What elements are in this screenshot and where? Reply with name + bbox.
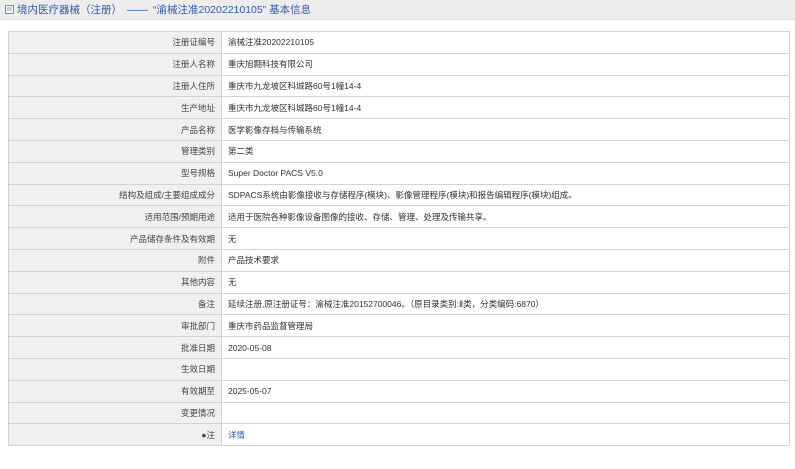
field-value: 医学影像存档与传输系统 xyxy=(221,118,790,141)
field-value: 适用于医院各种影像设备图像的接收、存储、管理、处理及传输共享。 xyxy=(221,205,790,229)
field-value: 重庆市九龙坡区科城路60号1幢14-4 xyxy=(221,74,790,98)
page-title: 境内医疗器械（注册） —— “渝械注准20202210105” 基本信息 xyxy=(17,2,311,17)
table-row: 产品储存条件及有效期无 xyxy=(8,227,790,250)
field-label: 生产地址 xyxy=(8,96,222,120)
field-label: 产品储存条件及有效期 xyxy=(8,227,222,250)
field-value: 延续注册,原注册证号：渝械注准20152700046。（原目录类别:Ⅱ类，分类编… xyxy=(221,292,790,316)
table-row: 型号规格 Super Doctor PACS V5.0 xyxy=(8,161,790,185)
breadcrumb-separator: —— xyxy=(127,4,148,16)
field-label: 注册人名称 xyxy=(8,52,222,76)
table-row: 生产地址 重庆市九龙坡区科城路60号1幢14-4 xyxy=(8,96,790,120)
field-value: 无 xyxy=(221,227,790,250)
document-icon xyxy=(5,5,14,14)
field-label: 注册人住所 xyxy=(8,74,222,98)
field-value: 重庆市药品监督管理局 xyxy=(221,314,790,338)
field-value: 第二类 xyxy=(221,139,790,163)
field-value: 产品技术要求 xyxy=(221,248,790,272)
field-value: 2025-05-07 xyxy=(221,379,790,403)
field-label: 备注 xyxy=(8,292,222,316)
field-value: 渝械注准20202210105 xyxy=(221,31,790,54)
table-row: 备注 延续注册,原注册证号：渝械注准20152700046。（原目录类别:Ⅱ类，分… xyxy=(8,292,790,316)
field-value: 详情 xyxy=(221,423,790,447)
field-label: 批准日期 xyxy=(8,336,222,359)
table-row: 注册人名称 重庆旭翾科技有限公司 xyxy=(8,52,790,76)
field-label: 审批部门 xyxy=(8,314,222,338)
field-value xyxy=(221,357,790,381)
field-value: 重庆市九龙坡区科城路60号1幢14-4 xyxy=(221,96,790,120)
info-table: 注册证编号 渝械注准20202210105 注册人名称 重庆旭翾科技有限公司 注册人住所… xyxy=(8,31,790,447)
field-label: 产品名称 xyxy=(8,118,222,141)
breadcrumb-record: “渝械注准20202210105” 基本信息 xyxy=(153,4,312,16)
table-row: 审批部门 重庆市药品监督管理局 xyxy=(8,314,790,338)
field-value xyxy=(221,401,790,425)
field-label: ●注 xyxy=(8,423,222,447)
field-label: 注册证编号 xyxy=(8,31,222,54)
table-row: 变更情况 xyxy=(8,401,790,425)
field-label: 其他内容 xyxy=(8,270,222,294)
details-link[interactable]: 详情 xyxy=(228,430,245,440)
field-label: 生效日期 xyxy=(8,357,222,381)
field-label: 变更情况 xyxy=(8,401,222,425)
table-row: 适用范围/预期用途 适用于医院各种影像设备图像的接收、存储、管理、处理及传输共享。 xyxy=(8,205,790,229)
table-row: 注册证编号 渝械注准20202210105 xyxy=(8,31,790,54)
field-label: 附件 xyxy=(8,248,222,272)
table-row: 附件 产品技术要求 xyxy=(8,248,790,272)
field-value: Super Doctor PACS V5.0 xyxy=(221,161,790,185)
field-label: 管理类别 xyxy=(8,139,222,163)
field-label: 有效期至 xyxy=(8,379,222,403)
table-row: 结构及组成/主要组成成分 SDPACS系统由影像接收与存储程序(模块)、影像管理程… xyxy=(8,183,790,207)
field-value: 重庆旭翾科技有限公司 xyxy=(221,52,790,76)
table-row: 注册人住所 重庆市九龙坡区科城路60号1幢14-4 xyxy=(8,74,790,98)
field-label: 型号规格 xyxy=(8,161,222,185)
field-value: 2020-05-08 xyxy=(221,336,790,359)
field-value: SDPACS系统由影像接收与存储程序(模块)、影像管理程序(模块)和报告编辑程序… xyxy=(221,183,790,207)
breadcrumb-category: 境内医疗器械（注册） xyxy=(17,4,122,16)
table-row: ●注 详情 xyxy=(8,423,790,447)
table-row: 有效期至 2025-05-07 xyxy=(8,379,790,403)
table-row: 产品名称 医学影像存档与传输系统 xyxy=(8,118,790,141)
header-bar: 境内医疗器械（注册） —— “渝械注准20202210105” 基本信息 xyxy=(0,0,795,20)
field-label: 结构及组成/主要组成成分 xyxy=(8,183,222,207)
table-row: 批准日期 2020-05-08 xyxy=(8,336,790,359)
field-value: 无 xyxy=(221,270,790,294)
table-row: 其他内容无 xyxy=(8,270,790,294)
field-label: 适用范围/预期用途 xyxy=(8,205,222,229)
table-row: 管理类别 第二类 xyxy=(8,139,790,163)
table-row: 生效日期 xyxy=(8,357,790,381)
